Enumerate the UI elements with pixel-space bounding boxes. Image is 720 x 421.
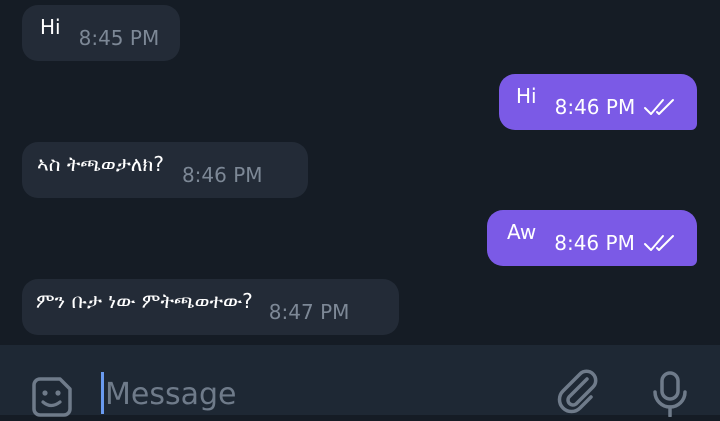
message-bubble-incoming[interactable]: ኣስ ትጫወታለክ? 8:46 PM [22, 142, 308, 198]
message-time: 8:46 PM [181, 163, 263, 187]
message-bubble-incoming[interactable]: Hi 8:45 PM [22, 5, 180, 61]
message-text: Aw [507, 220, 537, 244]
message-time: 8:45 PM [78, 26, 160, 50]
message-text: Hi [516, 84, 537, 108]
message-time: 8:46 PM [554, 231, 635, 255]
text-cursor [101, 372, 104, 414]
chat-history[interactable]: Hi 8:45 PM Hi 8:46 PM ኣስ ትጫወታለክ? 8:46 PM… [0, 0, 720, 345]
double-check-read-icon [644, 99, 675, 115]
message-text: Hi [40, 15, 61, 39]
message-composer [0, 345, 720, 417]
message-bubble-outgoing[interactable]: Aw 8:46 PM [487, 210, 697, 266]
message-text: ምን ቡታ ነው ምትጫወተው? [36, 289, 253, 313]
microphone-icon[interactable] [648, 369, 692, 417]
message-input[interactable] [105, 373, 525, 415]
message-bubble-outgoing[interactable]: Hi 8:46 PM [499, 74, 697, 130]
sticker-smile-icon[interactable] [28, 373, 76, 421]
message-time: 8:46 PM [554, 95, 636, 119]
paperclip-icon[interactable] [553, 367, 601, 415]
message-text: ኣስ ትጫወታለክ? [37, 152, 164, 176]
message-time: 8:47 PM [268, 300, 350, 324]
message-bubble-incoming[interactable]: ምን ቡታ ነው ምትጫወተው? 8:47 PM [22, 279, 399, 335]
double-check-read-icon [643, 235, 674, 251]
